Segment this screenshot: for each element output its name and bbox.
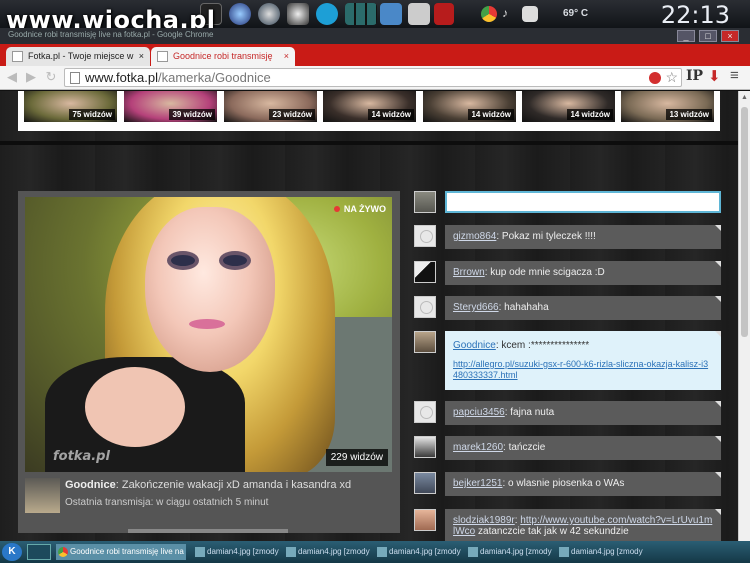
page-favicon xyxy=(12,51,23,62)
cam-thumbnail[interactable]: 23 widzów xyxy=(224,91,317,122)
maximize-button[interactable]: □ xyxy=(699,30,717,42)
keyboard-icon[interactable] xyxy=(522,6,538,22)
chat-username[interactable]: bejker1251 xyxy=(453,478,502,489)
tab-goodnice[interactable]: Goodnice robi transmisję × xyxy=(151,47,295,66)
taskbar-item[interactable]: Goodnice robi transmisję live na fotka.p… xyxy=(56,544,186,560)
menu-icon[interactable]: ≡ xyxy=(730,67,739,84)
stream-title: Goodnice: Zakończenie wakacji xD amanda … xyxy=(65,479,352,491)
avatar[interactable] xyxy=(414,436,436,458)
tab-bar: Fotka.pl - Twoje miejsce w × Goodnice ro… xyxy=(0,44,750,66)
streamer-name[interactable]: Goodnice xyxy=(65,479,116,491)
page-icon xyxy=(70,72,80,84)
tab-label: Goodnice robi transmisję xyxy=(173,51,273,61)
browser-toolbar: ◀ ▶ ↻ www.fotka.pl/kamerka/Goodnice ☆ IP… xyxy=(0,66,750,90)
cam-thumbnail[interactable]: 39 widzów xyxy=(124,91,217,122)
live-badge: NA ŻYWO xyxy=(333,204,386,214)
chat-message-highlighted: Goodnice: kcem :*************** http://a… xyxy=(445,331,721,390)
chat-username[interactable]: Goodnice xyxy=(453,340,496,351)
chat-message: Brrown: kup ode mnie scigacza :D xyxy=(445,261,721,285)
viewer-count: 229 widzów xyxy=(325,449,388,466)
adblock-icon[interactable] xyxy=(649,72,661,84)
scroll-up-icon[interactable]: ▲ xyxy=(741,94,748,101)
avatar[interactable] xyxy=(414,472,436,494)
taskbar-item[interactable]: damian4.jpg [zmodyfikowane] - Z... xyxy=(193,544,279,560)
taskbar-item[interactable]: damian4.jpg [zmodyfikowane] - Z... xyxy=(557,544,643,560)
last-transmission: Ostatnia transmisja: w ciągu ostatnich 5… xyxy=(65,497,269,508)
video-watermark: fotka.pl xyxy=(53,449,110,464)
card-bottom-bar xyxy=(128,529,288,533)
chat-message: bejker1251: o wlasnie piosenka o WAs xyxy=(445,472,721,496)
avatar[interactable] xyxy=(414,401,436,423)
avatar[interactable] xyxy=(414,331,436,353)
taskbar-item[interactable]: damian4.jpg [zmodyfikowane] - Z... xyxy=(466,544,552,560)
address-bar[interactable]: www.fotka.pl/kamerka/Goodnice ☆ xyxy=(64,68,682,87)
skype-icon[interactable] xyxy=(316,3,338,25)
steam-icon[interactable] xyxy=(287,3,309,25)
avatar[interactable] xyxy=(414,296,436,318)
browser-icon[interactable] xyxy=(229,3,251,25)
ip-extension-icon[interactable]: IP xyxy=(686,68,703,84)
chat-message: papciu3456: fajna nuta xyxy=(445,401,721,425)
stream-card: S NA ŻYWO fotka.pl 229 widzów Goodnice: … xyxy=(18,191,400,533)
chat-username[interactable]: Steryd666 xyxy=(453,302,499,313)
scroll-thumb[interactable] xyxy=(741,107,748,337)
close-tab-icon[interactable]: × xyxy=(284,47,289,66)
drive-icon[interactable] xyxy=(408,3,430,25)
forward-icon[interactable]: ▶ xyxy=(23,69,39,85)
chat-username[interactable]: marek1260 xyxy=(453,442,503,453)
taskbar: K Goodnice robi transmisję live na fotka… xyxy=(0,541,750,563)
volume-icon[interactable]: ♪ xyxy=(502,6,516,20)
cam-thumbnail[interactable]: 14 widzów xyxy=(323,91,416,122)
divider xyxy=(0,141,738,145)
back-icon[interactable]: ◀ xyxy=(4,69,20,85)
reload-icon[interactable]: ↻ xyxy=(43,69,59,85)
top-cams-strip: 75 widzów 39 widzów 23 widzów 14 widzów … xyxy=(18,91,720,131)
chat-message: marek1260: tańczcie xyxy=(445,436,721,460)
chat-username[interactable]: gizmo864 xyxy=(453,231,496,242)
close-window-button[interactable]: × xyxy=(721,30,739,42)
desktop-button[interactable] xyxy=(27,544,51,560)
cam-thumbnail[interactable]: 14 widzów xyxy=(423,91,516,122)
window-titlebar: Goodnice robi transmisję live na fotka.p… xyxy=(0,28,750,44)
chrome-icon[interactable] xyxy=(481,6,497,22)
clock[interactable]: 22:13 xyxy=(661,1,730,29)
avatar[interactable] xyxy=(414,225,436,247)
chat-input[interactable] xyxy=(447,193,719,211)
streamer-avatar[interactable] xyxy=(25,478,60,513)
chat-message: Steryd666: hahahaha xyxy=(445,296,721,320)
folder-icon[interactable] xyxy=(380,3,402,25)
bookmark-star-icon[interactable]: ☆ xyxy=(665,69,678,86)
chat-username[interactable]: slodziak1989r xyxy=(453,515,515,526)
avatar[interactable] xyxy=(414,261,436,283)
temperature-readout: 69° C xyxy=(563,8,589,19)
chat-username[interactable]: papciu3456 xyxy=(453,407,505,418)
taskbar-item[interactable]: damian4.jpg [zmodyfikowane] - Z... xyxy=(375,544,461,560)
close-tab-icon[interactable]: × xyxy=(139,47,144,66)
start-menu-button[interactable]: K xyxy=(2,543,22,561)
avatar[interactable] xyxy=(414,509,436,531)
window-title: Goodnice robi transmisję live na fotka.p… xyxy=(8,30,214,39)
chat-link[interactable]: http://allegro.pl/suzuki-gsx-r-600-k6-ri… xyxy=(453,359,713,381)
page-content: 75 widzów 39 widzów 23 widzów 14 widzów … xyxy=(0,91,738,541)
network-icon[interactable] xyxy=(258,3,280,25)
cam-thumbnail[interactable]: 14 widzów xyxy=(522,91,615,122)
tab-label: Fotka.pl - Twoje miejsce w xyxy=(28,51,134,61)
page-favicon xyxy=(157,51,168,62)
chat-message: slodziak1989r: http://www.youtube.com/wa… xyxy=(445,509,721,541)
cam-thumbnail[interactable]: 13 widzów xyxy=(621,91,714,122)
cam-thumbnail[interactable]: 75 widzów xyxy=(24,91,117,122)
chat-input-field[interactable] xyxy=(445,191,721,213)
page-scrollbar[interactable]: ▲ xyxy=(738,91,750,541)
url-text[interactable]: www.fotka.pl/kamerka/Goodnice xyxy=(85,70,271,85)
my-avatar xyxy=(414,191,436,213)
tab-fotka[interactable]: Fotka.pl - Twoje miejsce w × xyxy=(6,47,150,66)
download-icon[interactable]: ⬇ xyxy=(708,67,721,85)
taskbar-item[interactable]: damian4.jpg [zmodyfikowane] - Z... xyxy=(284,544,370,560)
chat-username[interactable]: Brrown xyxy=(453,267,485,278)
workspace-icon[interactable] xyxy=(345,3,377,25)
video-player[interactable]: S NA ŻYWO fotka.pl 229 widzów xyxy=(25,197,392,472)
calendar-icon[interactable] xyxy=(434,3,454,25)
chat-message: gizmo864: Pokaz mi tyleczek !!!! xyxy=(445,225,721,249)
minimize-button[interactable]: _ xyxy=(677,30,695,42)
